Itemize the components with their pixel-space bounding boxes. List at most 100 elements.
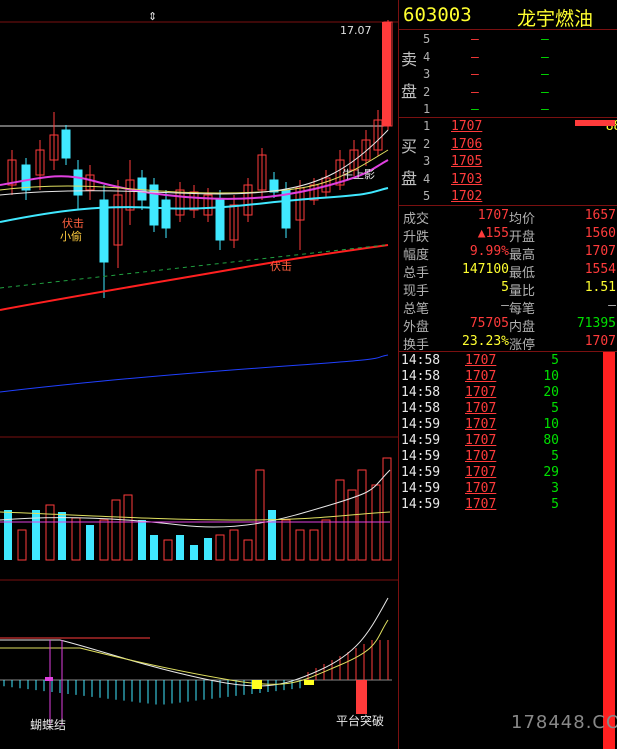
bid-level: 1 <box>423 119 431 133</box>
tick-row[interactable]: 14:59 1707 29 <box>399 465 599 481</box>
ask-level: 2 <box>423 84 431 99</box>
ask-price: — <box>471 67 479 82</box>
macd-marker <box>45 677 53 681</box>
tick-volume: 5 <box>551 401 559 416</box>
ask-row[interactable]: 2 — — <box>399 85 599 101</box>
candle-body <box>161 199 171 229</box>
bid-level: 2 <box>423 136 431 151</box>
divider <box>399 351 617 352</box>
tick-time: 14:59 <box>401 497 441 512</box>
ask-price: — <box>471 102 479 117</box>
ask-volume: — <box>541 32 549 47</box>
ask-level: 4 <box>423 49 431 64</box>
macd-signal-label: 平台突破 <box>336 714 385 728</box>
stat-value: 75705 <box>469 316 509 331</box>
tick-price: 1707 <box>465 465 497 480</box>
volume-bar <box>99 519 109 561</box>
candle-body <box>21 164 31 191</box>
stat-label: 量比 <box>509 284 536 299</box>
ask-row[interactable]: 5 — — <box>399 32 599 48</box>
tick-volume: 5 <box>551 353 559 368</box>
price-tag: 17.07 <box>340 24 372 37</box>
tick-price: 1707 <box>465 497 497 512</box>
tick-row[interactable]: 14:59 1707 5 <box>399 497 599 513</box>
stat-row: 外盘 75705 内盘 71395 <box>399 316 617 335</box>
macd-signal-label: 蝴蝶结 <box>30 718 67 732</box>
ask-volume: — <box>541 67 549 82</box>
quote-panel: 603003 龙宇燃油 卖盘 5— —4— —3— —2— —1— — 买盘 1 1707 8… <box>398 0 617 749</box>
volume-bar <box>17 529 27 561</box>
stat-label: 内盘 <box>509 320 536 335</box>
stat-label: 外盘 <box>403 320 430 335</box>
stat-row: 总手 147100 最低 1554 <box>399 262 617 281</box>
kline-chart[interactable] <box>0 0 398 749</box>
divider <box>399 29 617 30</box>
bid-level: 5 <box>423 189 431 203</box>
tick-row[interactable]: 14:59 1707 10 <box>399 417 599 433</box>
macd-marker <box>304 680 314 685</box>
tick-scrollbar[interactable] <box>603 352 615 749</box>
stat-value: 1657 <box>584 208 616 223</box>
volume-bar <box>190 545 198 560</box>
limit-up-candle <box>382 22 391 126</box>
tick-price: 1707 <box>465 417 497 432</box>
volume-bar <box>163 539 173 561</box>
stat-value: 1.51 <box>584 280 616 295</box>
stock-name: 龙宇燃油 <box>517 8 594 30</box>
volume-bar <box>111 499 121 561</box>
tick-row[interactable]: 14:58 1707 20 <box>399 385 599 401</box>
stat-value: 1560 <box>584 226 616 241</box>
tick-price: 1707 <box>465 401 497 416</box>
ask-row[interactable]: 4 — — <box>399 50 599 66</box>
tick-row[interactable]: 14:59 1707 80 <box>399 433 599 449</box>
bid-row[interactable]: 417033 <box>399 172 599 188</box>
tick-row[interactable]: 14:58 1707 5 <box>399 353 599 369</box>
tick-volume: 3 <box>551 481 559 496</box>
volume-bar <box>295 529 305 561</box>
tick-time: 14:59 <box>401 481 441 496</box>
tick-price: 1707 <box>465 481 497 496</box>
bid-level: 3 <box>423 154 431 168</box>
tick-row[interactable]: 14:59 1707 3 <box>399 481 599 497</box>
scroll-track[interactable] <box>603 352 615 749</box>
tick-time: 14:58 <box>401 401 441 416</box>
ask-row[interactable]: 1 — — <box>399 102 599 118</box>
tick-row[interactable]: 14:58 1707 5 <box>399 401 599 417</box>
macd-marker <box>356 680 367 714</box>
bid-volume-bar <box>575 120 615 126</box>
signal-label: 小偷 <box>60 230 82 243</box>
ask-row[interactable]: 3 — — <box>399 67 599 83</box>
bid-row[interactable]: 117078843 <box>399 119 617 135</box>
tick-time: 14:58 <box>401 385 441 400</box>
stat-label: 最高 <box>509 248 536 263</box>
macd-dea-line <box>0 619 389 685</box>
stat-label: 幅度 <box>403 248 430 263</box>
ma-line-red <box>0 244 389 311</box>
volume-bar <box>347 489 357 561</box>
stat-label: 均价 <box>509 212 536 227</box>
stat-label: 最低 <box>509 266 536 281</box>
tick-time: 14:59 <box>401 417 441 432</box>
volume-bar <box>58 512 66 560</box>
bid-row[interactable]: 2170613 <box>399 137 599 153</box>
quote-header: 603003 龙宇燃油 <box>399 4 617 30</box>
tick-row[interactable]: 14:59 1707 5 <box>399 449 599 465</box>
volume-bar <box>215 534 225 561</box>
tick-volume: 10 <box>543 369 559 384</box>
kline-chart-area[interactable]: ⇕ 17.07 牛上影 伏击 小偷 伏击 蝴蝶结 平台突破 <box>0 0 398 749</box>
volume-bar <box>45 504 55 561</box>
stat-value: 147100 <box>462 262 509 277</box>
signal-label: 伏击 <box>270 260 292 273</box>
tick-row[interactable]: 14:58 1707 10 <box>399 369 599 385</box>
macd-dif-line <box>0 597 389 687</box>
bid-row[interactable]: 517023 <box>399 189 599 205</box>
bid-row[interactable]: 317051 <box>399 154 599 170</box>
tick-time: 14:59 <box>401 449 441 464</box>
tick-price: 1707 <box>465 449 497 464</box>
scroll-arrows-icon[interactable]: ⇕ <box>148 10 157 23</box>
bid-price: 1707 <box>451 119 483 134</box>
tick-volume: 10 <box>543 417 559 432</box>
volume-bar <box>71 517 81 561</box>
stat-value: 9.99% <box>469 244 509 259</box>
volume-bar <box>138 520 146 560</box>
